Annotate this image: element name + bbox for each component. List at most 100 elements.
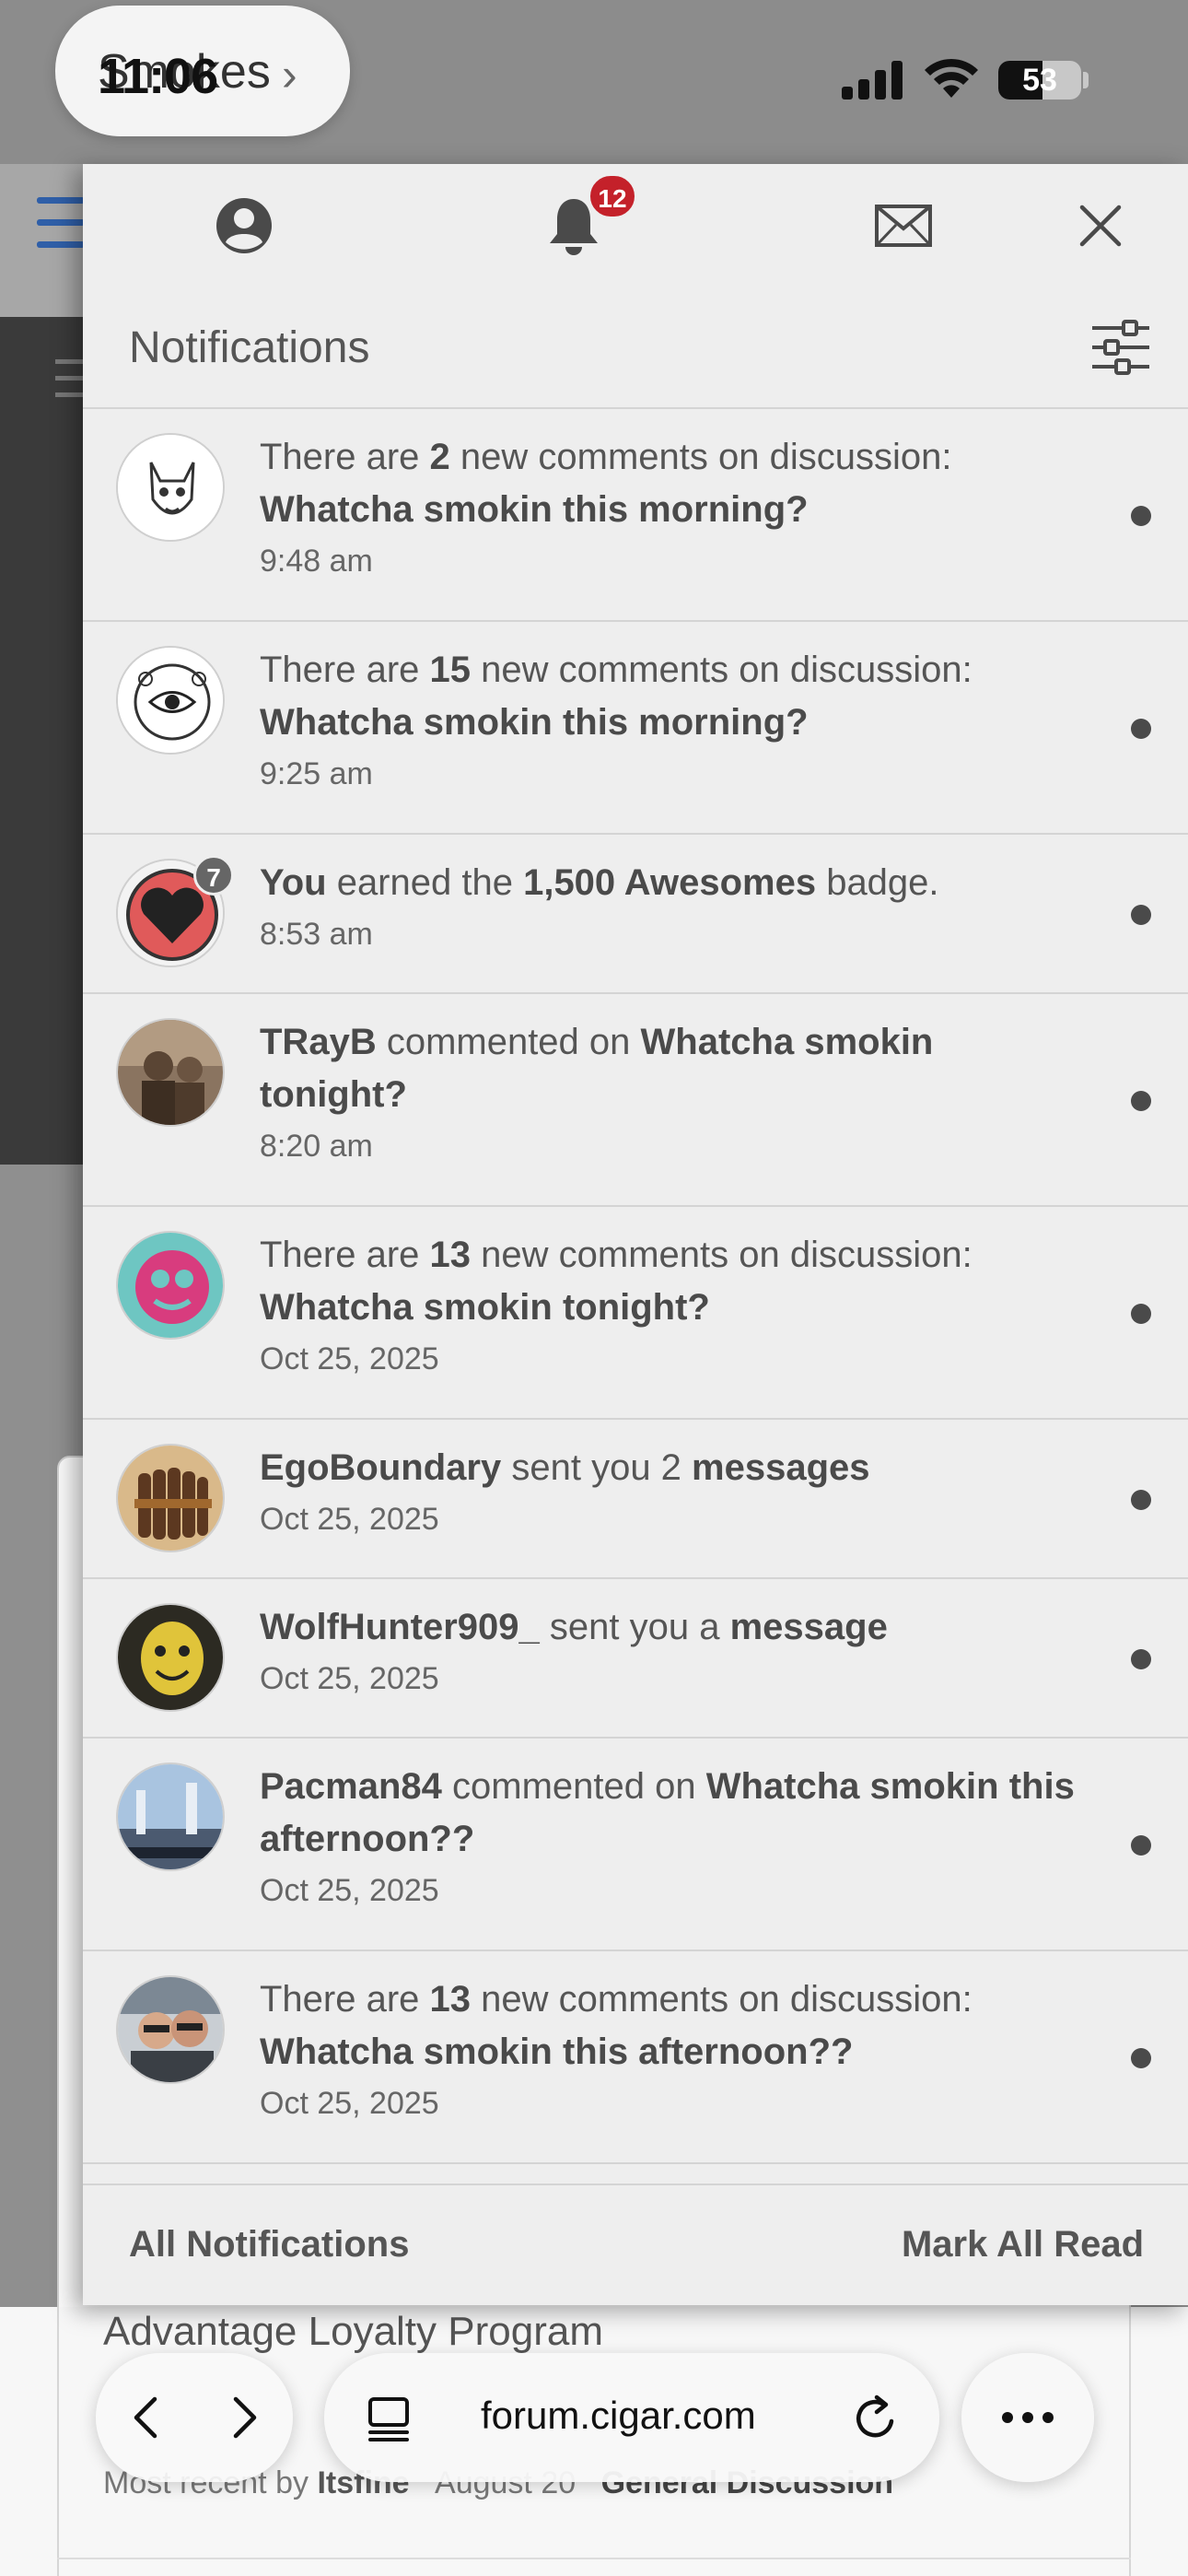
wifi-icon <box>925 58 978 98</box>
plain-text: There are <box>260 1235 430 1275</box>
plain-text: commented on <box>376 1022 641 1062</box>
emphasis-text: EgoBoundary <box>260 1447 502 1488</box>
unread-dot[interactable] <box>1131 2047 1151 2068</box>
notification-text: There are 13 new comments on discussion:… <box>260 1229 1087 1334</box>
messages-button[interactable] <box>862 184 945 267</box>
unread-dot[interactable] <box>1131 1489 1151 1510</box>
avatar[interactable] <box>116 1018 225 1127</box>
plain-text: earned the <box>326 862 524 903</box>
plain-text: There are <box>260 650 430 690</box>
notification-item[interactable]: 7 You earned the 1,500 Awesomes badge. 8:5… <box>83 835 1188 994</box>
mark-all-read-button[interactable]: Mark All Read <box>902 2224 1144 2266</box>
notification-item[interactable]: WolfHunter909_ sent you a message Oct 25,… <box>83 1579 1188 1739</box>
badge-count: 7 <box>193 855 234 896</box>
divider <box>57 2558 1131 2559</box>
tab-overview-icon[interactable] <box>363 2394 414 2445</box>
cellular-signal-icon <box>842 59 903 100</box>
notification-text: Pacman84 commented on Whatcha smokin thi… <box>260 1761 1087 1866</box>
unread-dot[interactable] <box>1131 1648 1151 1669</box>
url-text[interactable]: forum.cigar.com <box>481 2394 756 2438</box>
unread-dot[interactable] <box>1131 718 1151 739</box>
panel-toolbar: 12 <box>83 164 1188 284</box>
notification-time: 9:48 am <box>260 544 373 579</box>
unread-dot[interactable] <box>1131 1834 1151 1856</box>
battery-percent: 53 <box>1022 63 1057 98</box>
avatar[interactable] <box>116 433 225 542</box>
avatar[interactable] <box>116 1444 225 1552</box>
forward-arrow-icon[interactable] <box>219 2394 267 2441</box>
notification-text: There are 13 new comments on discussion:… <box>260 1973 1087 2078</box>
plain-text: sent you a <box>539 1607 730 1647</box>
emphasis-text: message <box>729 1607 888 1647</box>
plain-text: new comments on discussion: <box>471 1979 973 2020</box>
emphasis-text: 13 <box>429 1979 472 2020</box>
notification-time: Oct 25, 2025 <box>260 2086 439 2121</box>
emphasis-text: Whatcha smokin this morning? <box>260 702 809 743</box>
notification-time: Oct 25, 2025 <box>260 1502 439 1537</box>
unread-dot[interactable] <box>1131 1090 1151 1111</box>
notification-time: Oct 25, 2025 <box>260 1661 439 1696</box>
notification-text: EgoBoundary sent you 2 messages <box>260 1442 1087 1494</box>
all-notifications-link[interactable]: All Notifications <box>129 2224 409 2266</box>
unread-dot[interactable] <box>1131 505 1151 526</box>
profile-button[interactable] <box>203 184 285 267</box>
emphasis-text: 15 <box>429 650 472 690</box>
plain-text: sent you 2 <box>501 1447 693 1488</box>
reload-icon[interactable] <box>851 2394 901 2443</box>
notification-item[interactable]: There are 13 new comments on discussion:… <box>83 1951 1188 2164</box>
battery-tip <box>1083 72 1089 88</box>
plain-text: There are <box>260 1979 430 2020</box>
emphasis-text: WolfHunter909_ <box>260 1607 540 1647</box>
notification-time: Oct 25, 2025 <box>260 1341 439 1376</box>
notification-time: 8:53 am <box>260 917 373 952</box>
emphasis-text: 13 <box>429 1235 472 1275</box>
notification-item[interactable]: There are 15 new comments on discussion:… <box>83 622 1188 835</box>
unread-dot[interactable] <box>1131 1303 1151 1324</box>
plain-text: new comments on discussion: <box>449 437 952 477</box>
avatar[interactable] <box>116 1975 225 2084</box>
notification-item[interactable]: There are 2 new comments on discussion: … <box>83 409 1188 622</box>
notification-item[interactable]: Pacman84 commented on Whatcha smokin thi… <box>83 1739 1188 1951</box>
notification-text: You earned the 1,500 Awesomes badge. <box>260 857 1087 909</box>
more-options-button[interactable] <box>961 2353 1094 2482</box>
notification-count-badge: 12 <box>588 173 637 219</box>
plain-text: badge. <box>816 862 939 903</box>
plain-text: new comments on discussion: <box>471 650 973 690</box>
notification-text: TRayB commented on Whatcha smokin tonigh… <box>260 1016 1087 1121</box>
emphasis-text: messages <box>692 1447 870 1488</box>
emphasis-text: You <box>260 862 327 903</box>
emphasis-text: 2 <box>429 437 450 477</box>
sliders-icon <box>1092 320 1149 375</box>
emphasis-text: 1,500 Awesomes <box>523 862 817 903</box>
avatar[interactable] <box>116 1231 225 1340</box>
plain-text: There are <box>260 437 430 477</box>
notification-text: WolfHunter909_ sent you a message <box>260 1601 1087 1654</box>
user-icon <box>216 198 272 253</box>
close-button[interactable] <box>1059 184 1142 267</box>
panel-header: Notifications <box>83 299 1188 409</box>
notifications-panel: 12 Notifications There are 2 new comment… <box>83 164 1188 2305</box>
unread-dot[interactable] <box>1131 904 1151 925</box>
envelope-icon <box>875 205 932 247</box>
battery-icon: 53 <box>998 61 1081 100</box>
notification-item[interactable]: EgoBoundary sent you 2 messages Oct 25, 2… <box>83 1420 1188 1579</box>
avatar[interactable] <box>116 1603 225 1712</box>
chevron-right-icon: › <box>282 49 297 100</box>
notification-item[interactable]: There are 13 new comments on discussion:… <box>83 1207 1188 1420</box>
notification-text: There are 15 new comments on discussion:… <box>260 644 1087 749</box>
emphasis-text: Whatcha smokin this morning? <box>260 489 809 530</box>
avatar[interactable] <box>116 1762 225 1871</box>
navigation-controls <box>96 2353 293 2482</box>
notification-item[interactable]: TRayB commented on Whatcha smokin tonigh… <box>83 994 1188 1207</box>
discussion-title[interactable]: Advantage Loyalty Program <box>103 2309 603 2355</box>
emphasis-text: Whatcha smokin this afternoon?? <box>260 2032 854 2072</box>
address-bar[interactable]: forum.cigar.com <box>324 2353 939 2482</box>
notification-settings-button[interactable] <box>1089 315 1153 380</box>
avatar[interactable] <box>116 646 225 755</box>
menu-icon[interactable] <box>37 193 85 252</box>
back-arrow-icon[interactable] <box>123 2394 171 2441</box>
close-icon <box>1079 205 1122 247</box>
notification-list: There are 2 new comments on discussion: … <box>83 409 1188 2164</box>
ellipsis-icon <box>1002 2412 1054 2423</box>
back-to-app-label[interactable]: Smokes <box>98 44 271 100</box>
